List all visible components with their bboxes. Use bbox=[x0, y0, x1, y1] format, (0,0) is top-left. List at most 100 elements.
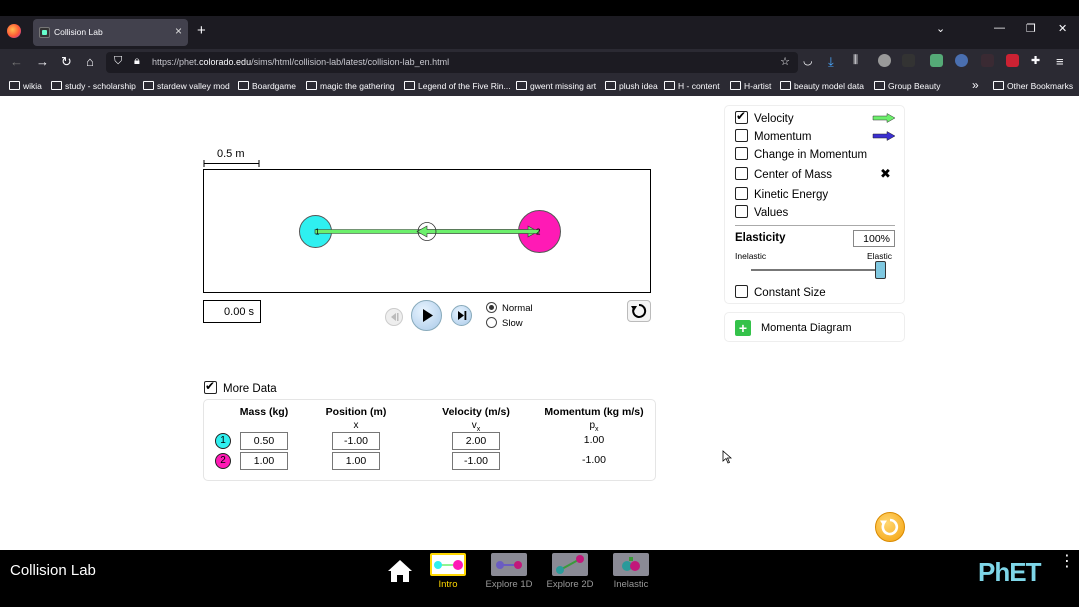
extensions-icon[interactable]: ✚ bbox=[1031, 54, 1040, 67]
values-checkbox[interactable] bbox=[735, 205, 748, 218]
bookmarks-overflow-icon[interactable]: » bbox=[972, 78, 979, 92]
download-icon[interactable]: ⤓ bbox=[828, 54, 834, 70]
elasticity-slider-track[interactable] bbox=[751, 269, 882, 271]
constant-size-checkbox[interactable] bbox=[735, 285, 748, 298]
bookmark-item[interactable]: plush idea bbox=[605, 81, 658, 91]
values-row[interactable]: Values bbox=[735, 205, 788, 221]
extension-icon[interactable] bbox=[930, 54, 943, 67]
elasticity-slider-thumb[interactable] bbox=[875, 261, 886, 279]
center-of-mass-checkbox[interactable] bbox=[735, 167, 748, 180]
inelastic-thumbnail-icon bbox=[613, 553, 649, 576]
more-data-checkbox[interactable] bbox=[204, 379, 217, 394]
bookmark-item[interactable]: wikia bbox=[9, 81, 42, 91]
step-forward-button[interactable] bbox=[451, 305, 472, 326]
change-in-momentum-row[interactable]: Change in Momentum bbox=[735, 147, 867, 163]
back-icon[interactable]: ← bbox=[10, 54, 23, 69]
velocity-field-1[interactable]: 2.00 bbox=[452, 432, 500, 450]
bookmark-item[interactable]: magic the gathering bbox=[306, 81, 395, 91]
bookmark-item[interactable]: H-artist bbox=[730, 81, 771, 91]
close-tab-icon[interactable]: × bbox=[175, 24, 182, 38]
momentum-checkbox-row[interactable]: Momentum bbox=[735, 129, 812, 145]
change-in-momentum-checkbox[interactable] bbox=[735, 147, 748, 160]
screen-tab-label: Explore 1D bbox=[485, 579, 533, 590]
velocity-field-2[interactable]: -1.00 bbox=[452, 452, 500, 470]
step-backward-button[interactable] bbox=[385, 308, 403, 326]
bookmark-item[interactable]: stardew valley mod bbox=[143, 81, 230, 91]
forward-icon[interactable]: → bbox=[36, 54, 49, 69]
elasticity-value: 100% bbox=[853, 230, 895, 247]
kinetic-energy-checkbox[interactable] bbox=[735, 187, 748, 200]
phet-logo[interactable]: PhET bbox=[978, 557, 1041, 588]
screen-tab-inelastic[interactable]: Inelastic bbox=[606, 553, 656, 603]
account-icon[interactable] bbox=[878, 54, 891, 67]
velocity-header: Velocity (m/s) bbox=[442, 406, 510, 418]
bookmark-item[interactable]: study - scholarship bbox=[51, 81, 136, 91]
constant-size-row[interactable]: Constant Size bbox=[735, 285, 826, 301]
elasticity-label: Elasticity bbox=[735, 232, 786, 244]
tab-list-icon[interactable]: ⌄ bbox=[936, 22, 945, 35]
firefox-icon[interactable] bbox=[7, 24, 21, 38]
bookmark-item[interactable]: Group Beauty bbox=[874, 81, 940, 91]
other-bookmarks[interactable]: Other Bookmarks bbox=[993, 81, 1073, 91]
minimize-icon[interactable]: — bbox=[994, 22, 1005, 34]
home-screen-icon[interactable] bbox=[387, 559, 413, 583]
phet-menu-icon[interactable]: ⋮ bbox=[1059, 554, 1075, 570]
more-data-toggle[interactable]: More Data bbox=[204, 379, 277, 395]
home-icon[interactable]: ⌂ bbox=[86, 54, 94, 69]
kinetic-energy-label: Kinetic Energy bbox=[754, 189, 829, 201]
bookmark-item[interactable]: Legend of the Five Rin... bbox=[404, 81, 511, 91]
velocity-checkbox[interactable] bbox=[735, 109, 748, 124]
bookmark-item[interactable]: H - content bbox=[664, 81, 720, 91]
bookmark-item[interactable]: Boardgame bbox=[238, 81, 296, 91]
mass-field-2[interactable]: 1.00 bbox=[240, 452, 288, 470]
momenta-diagram-panel[interactable]: + Momenta Diagram bbox=[724, 312, 905, 342]
reset-button[interactable] bbox=[627, 300, 651, 322]
momentum-header: Momentum (kg m/s) bbox=[544, 406, 644, 418]
center-of-mass-row[interactable]: Center of Mass bbox=[735, 167, 832, 183]
shield-icon[interactable]: ⛉ bbox=[114, 55, 122, 68]
momentum-subheader: px bbox=[589, 420, 599, 433]
expand-plus-icon[interactable]: + bbox=[735, 320, 751, 336]
bookmark-item[interactable]: gwent missing art bbox=[516, 81, 596, 91]
momentum-checkbox[interactable] bbox=[735, 129, 748, 142]
pocket-icon[interactable]: ◡ bbox=[803, 54, 813, 67]
close-window-icon[interactable]: ✕ bbox=[1058, 22, 1067, 35]
url-bar[interactable]: ⛉ 🔒︎ https://phet.colorado.edu/sims/html… bbox=[106, 52, 798, 73]
bookmark-item[interactable]: beauty model data bbox=[780, 81, 864, 91]
lock-icon[interactable]: 🔒︎ bbox=[134, 55, 140, 68]
velocity-arrow-icon bbox=[872, 113, 896, 123]
restore-icon[interactable]: ❐ bbox=[1026, 22, 1036, 35]
extension-icon[interactable] bbox=[981, 54, 994, 67]
library-icon[interactable]: ⫼ bbox=[853, 54, 858, 67]
screen-tab-explore-2d[interactable]: Explore 2D bbox=[545, 553, 595, 603]
reset-icon bbox=[631, 303, 647, 318]
new-tab-icon[interactable]: + bbox=[197, 22, 206, 39]
radio-normal[interactable] bbox=[486, 302, 497, 313]
screen-tab-intro[interactable]: Intro bbox=[423, 553, 473, 603]
speed-normal-label: Normal bbox=[502, 303, 533, 314]
browser-tab-active[interactable]: Collision Lab × bbox=[33, 19, 188, 46]
bookmark-star-icon[interactable]: ☆ bbox=[780, 55, 790, 68]
play-button[interactable] bbox=[411, 300, 442, 331]
radio-slow[interactable] bbox=[486, 317, 497, 328]
reload-icon[interactable]: ↻ bbox=[61, 54, 72, 70]
menu-icon[interactable]: ≡ bbox=[1056, 54, 1064, 69]
screen-tab-label: Explore 2D bbox=[546, 579, 594, 590]
extension-icon[interactable] bbox=[1006, 54, 1019, 67]
speed-slow-option[interactable]: Slow bbox=[486, 317, 523, 329]
position-field-1[interactable]: -1.00 bbox=[332, 432, 380, 450]
speed-normal-option[interactable]: Normal bbox=[486, 302, 533, 314]
mass-field-1[interactable]: 0.50 bbox=[240, 432, 288, 450]
extension-icon[interactable] bbox=[902, 54, 915, 67]
phet-favicon-icon bbox=[39, 27, 50, 38]
center-of-mass-x-icon: ✖ bbox=[880, 166, 891, 181]
position-field-2[interactable]: 1.00 bbox=[332, 452, 380, 470]
kinetic-energy-row[interactable]: Kinetic Energy bbox=[735, 187, 828, 203]
mass-header: Mass (kg) bbox=[239, 406, 289, 418]
reset-all-button[interactable] bbox=[875, 512, 905, 542]
velocity-checkbox-row[interactable]: Velocity bbox=[735, 109, 794, 127]
bookmarks-bar: wikia study - scholarship stardew valley… bbox=[0, 76, 1079, 96]
ball-2-label: 2 bbox=[536, 228, 541, 237]
extension-icon[interactable] bbox=[955, 54, 968, 67]
screen-tab-explore-1d[interactable]: Explore 1D bbox=[484, 553, 534, 603]
